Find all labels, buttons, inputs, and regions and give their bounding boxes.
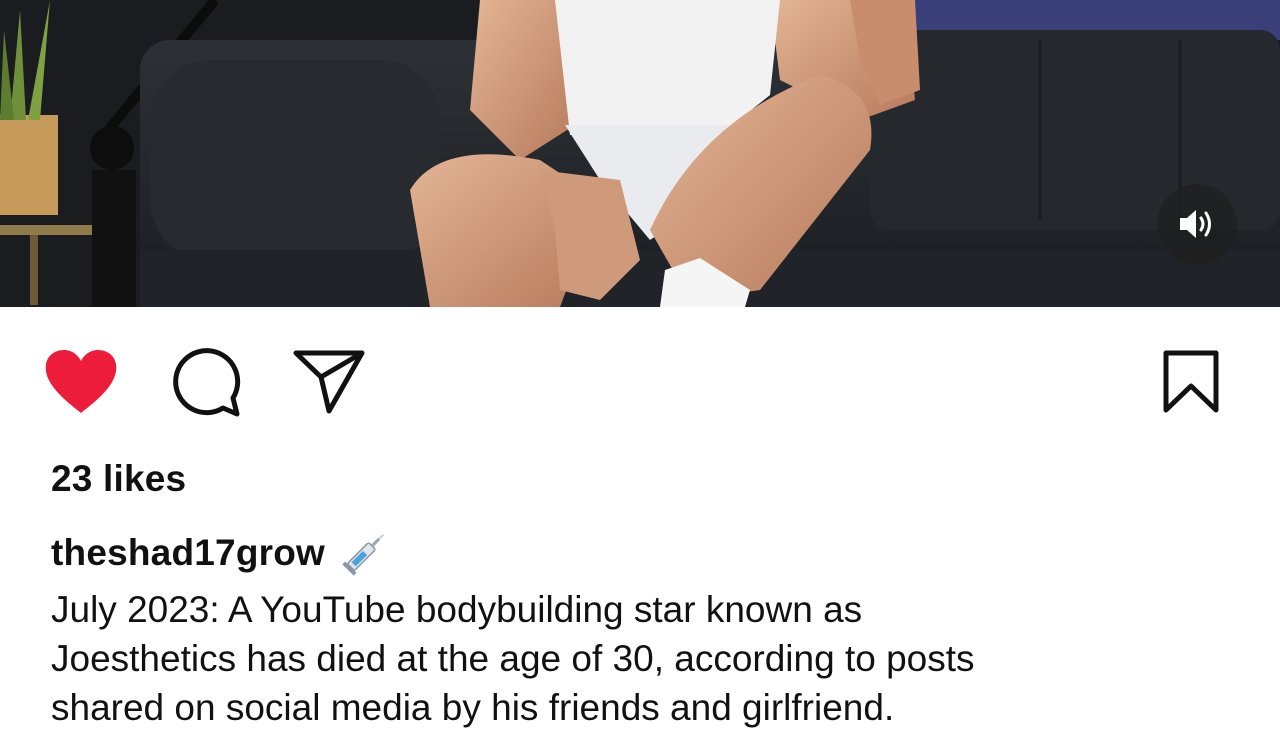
- likes-count[interactable]: 23 likes: [51, 458, 186, 500]
- post-video[interactable]: [0, 0, 1280, 307]
- video-frame: [0, 0, 1280, 307]
- comment-button[interactable]: [168, 345, 244, 421]
- caption-header: theshad17grow: [51, 527, 391, 579]
- post-caption: July 2023: A YouTube bodybuilding star k…: [51, 589, 975, 728]
- share-button[interactable]: [290, 346, 368, 418]
- speaker-icon: [1180, 210, 1211, 238]
- like-button[interactable]: [42, 346, 120, 418]
- paper-plane-icon: [293, 350, 365, 414]
- save-button[interactable]: [1156, 346, 1226, 418]
- syringe-emoji-icon: [339, 527, 391, 579]
- audio-toggle-button[interactable]: [1157, 184, 1237, 264]
- username-link[interactable]: theshad17grow: [51, 532, 325, 574]
- comment-bubble-icon: [173, 348, 241, 417]
- bookmark-icon: [1163, 350, 1219, 413]
- heart-icon: [45, 350, 117, 413]
